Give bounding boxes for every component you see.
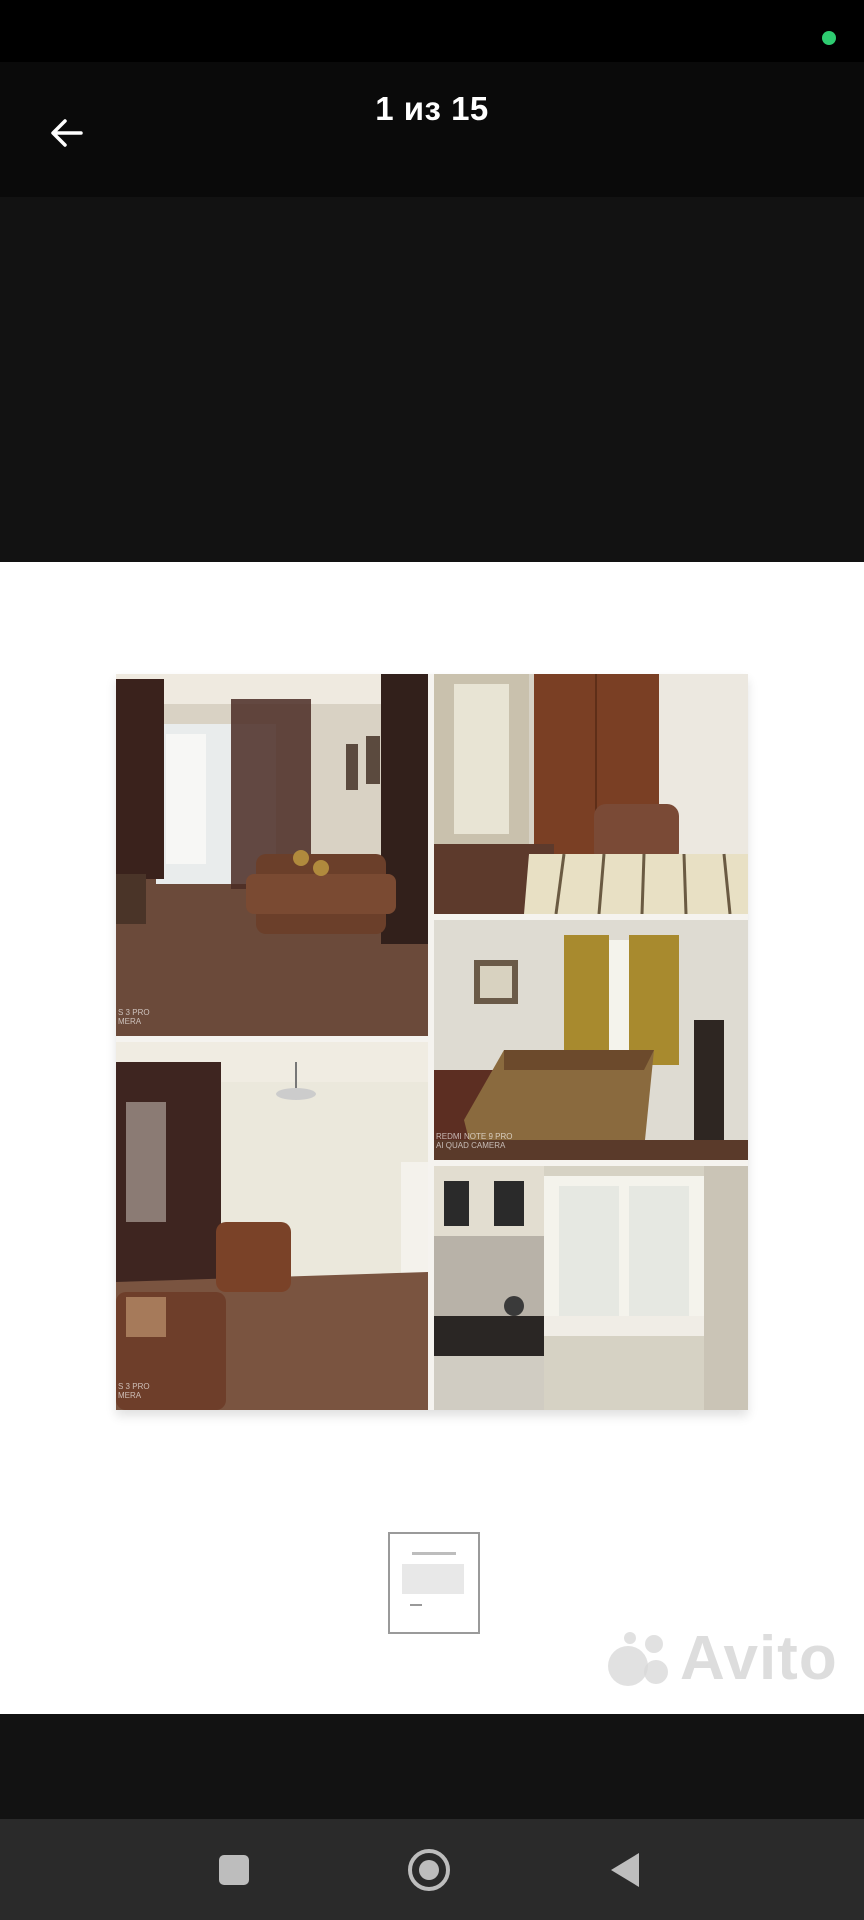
document-thumbnail <box>388 1532 480 1634</box>
photo-counter: 1 из 15 <box>375 90 489 127</box>
listing-photo[interactable]: S 3 PRO MERA REDMI NOTE 9 PRO AI QUAD CA… <box>0 562 864 1714</box>
avito-watermark: Avito <box>606 1622 838 1694</box>
tile-watermark: S 3 PRO MERA <box>118 1382 150 1400</box>
photo-collage: S 3 PRO MERA REDMI NOTE 9 PRO AI QUAD CA… <box>116 674 748 1410</box>
bedroom-wardrobe-tile <box>434 674 748 914</box>
status-bar <box>0 0 864 62</box>
bedroom-window-tile: REDMI NOTE 9 PRO AI QUAD CAMERA <box>434 920 748 1160</box>
living-room-tile: S 3 PRO MERA <box>116 674 428 1036</box>
bedroom-window-image <box>434 920 748 1160</box>
home-button[interactable] <box>400 1841 458 1899</box>
living-room-armchair-tile: S 3 PRO MERA <box>116 1042 428 1410</box>
kitchen-tile <box>434 1166 748 1410</box>
system-back-button[interactable] <box>596 1841 654 1899</box>
top-bar: 1 из 15 <box>0 62 864 197</box>
living-room-armchair-image <box>116 1042 428 1410</box>
avito-watermark-text: Avito <box>680 1623 838 1693</box>
circle-home-icon <box>408 1849 450 1891</box>
triangle-back-icon <box>611 1853 639 1887</box>
bedroom-wardrobe-image <box>434 674 748 914</box>
system-navigation-bar <box>0 1819 864 1920</box>
status-indicator-dot <box>822 31 836 45</box>
kitchen-image <box>434 1166 748 1410</box>
square-icon <box>219 1855 249 1885</box>
tile-watermark: REDMI NOTE 9 PRO AI QUAD CAMERA <box>436 1132 513 1150</box>
tile-watermark: S 3 PRO MERA <box>118 1008 150 1026</box>
living-room-image <box>116 674 428 1036</box>
photo-viewer[interactable]: S 3 PRO MERA REDMI NOTE 9 PRO AI QUAD CA… <box>0 197 864 1819</box>
avito-logo-icon <box>608 1632 668 1686</box>
recents-button[interactable] <box>205 1841 263 1899</box>
